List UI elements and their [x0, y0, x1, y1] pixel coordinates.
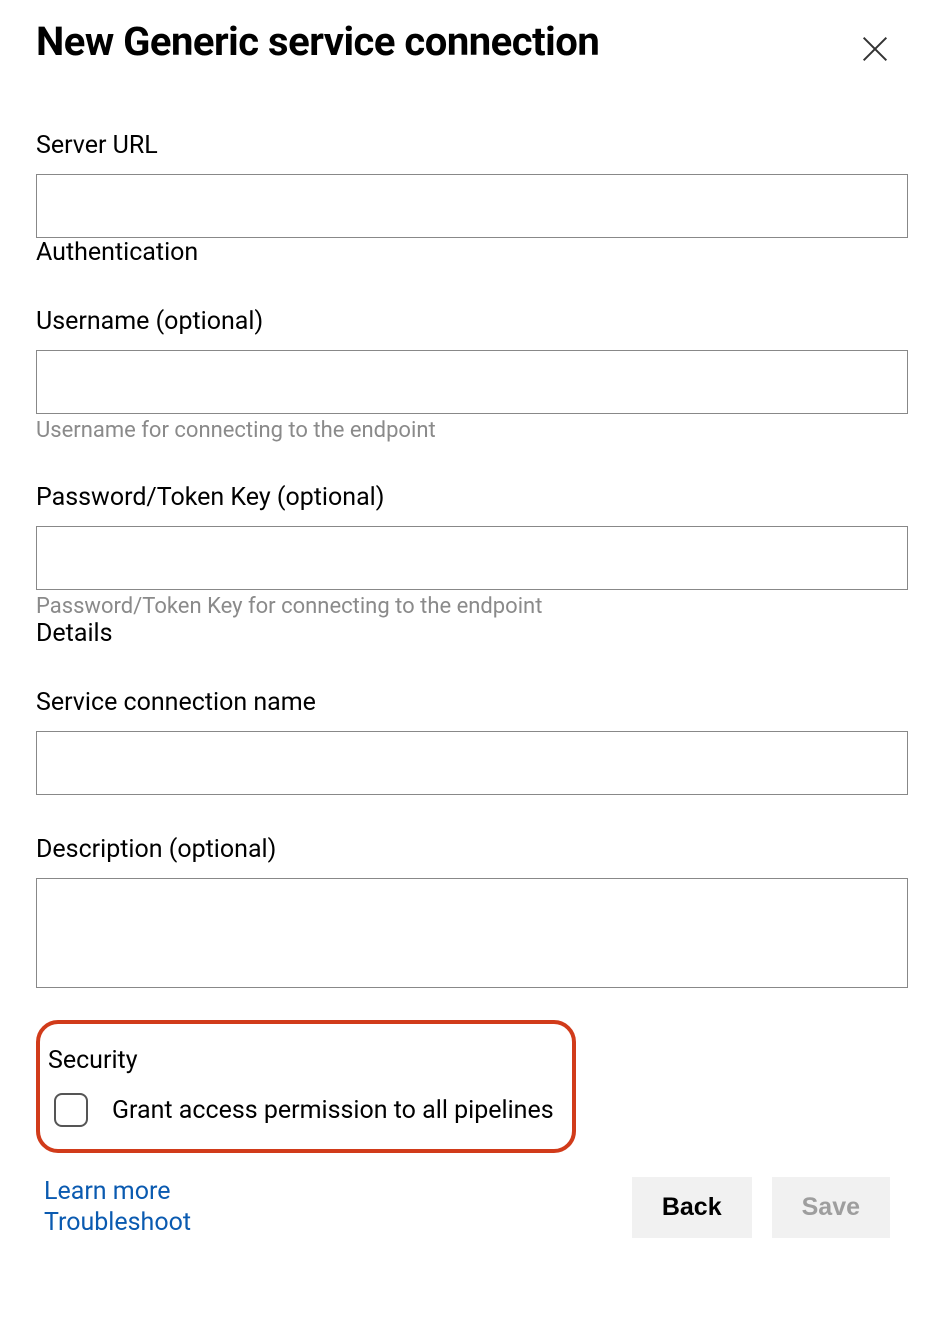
password-label: Password/Token Key (optional) [36, 483, 908, 512]
close-button[interactable] [852, 26, 898, 75]
username-label: Username (optional) [36, 307, 908, 336]
authentication-heading: Authentication [36, 238, 908, 267]
security-heading: Security [48, 1046, 554, 1075]
security-highlight-box: Security Grant access permission to all … [36, 1020, 576, 1153]
dialog-title: New Generic service connection [36, 20, 599, 64]
connection-name-label: Service connection name [36, 688, 908, 717]
connection-name-input[interactable] [36, 731, 908, 795]
troubleshoot-link[interactable]: Troubleshoot [44, 1208, 191, 1237]
details-heading: Details [36, 619, 908, 648]
back-button[interactable]: Back [632, 1177, 752, 1238]
username-helper: Username for connecting to the endpoint [36, 418, 908, 443]
save-button[interactable]: Save [772, 1177, 890, 1238]
learn-more-link[interactable]: Learn more [44, 1177, 191, 1206]
description-label: Description (optional) [36, 835, 908, 864]
grant-access-label[interactable]: Grant access permission to all pipelines [112, 1096, 554, 1125]
close-icon [858, 54, 892, 69]
grant-access-checkbox[interactable] [54, 1093, 88, 1127]
server-url-label: Server URL [36, 131, 908, 160]
description-input[interactable] [36, 878, 908, 988]
password-input[interactable] [36, 526, 908, 590]
server-url-input[interactable] [36, 174, 908, 238]
username-input[interactable] [36, 350, 908, 414]
password-helper: Password/Token Key for connecting to the… [36, 594, 908, 619]
